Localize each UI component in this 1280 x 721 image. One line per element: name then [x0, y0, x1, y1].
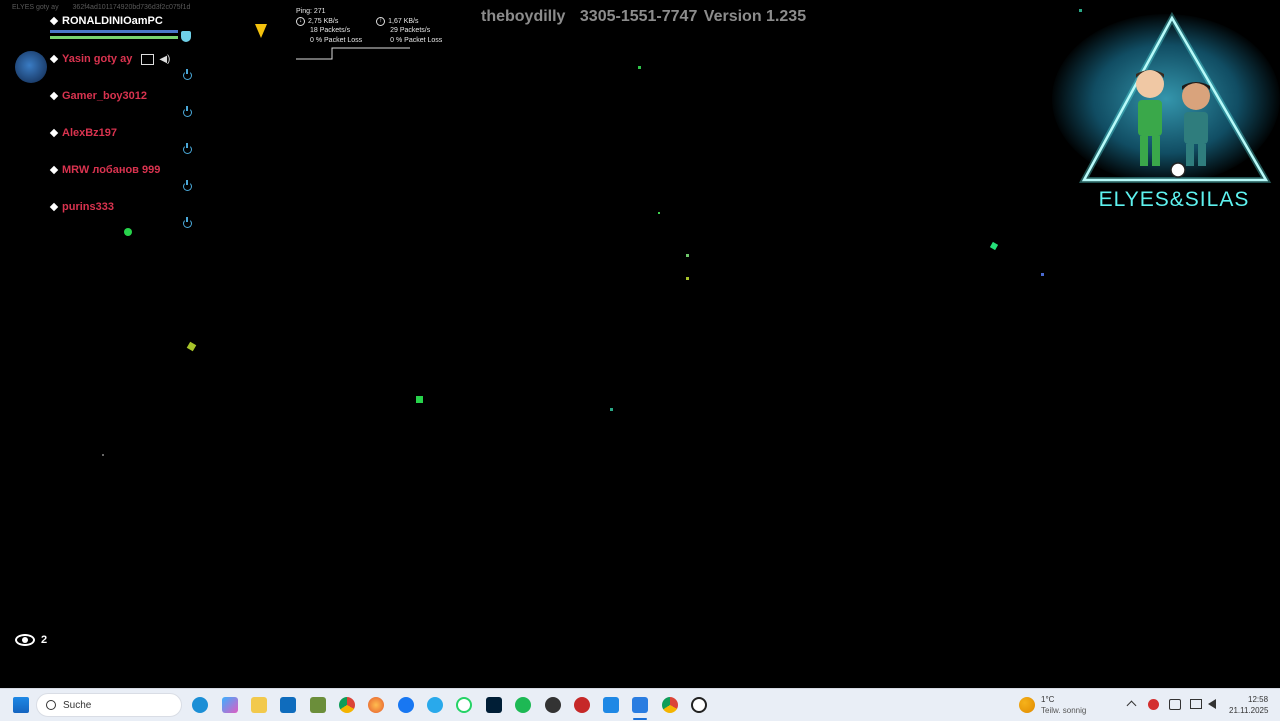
net-graph: [296, 47, 410, 60]
squad-leader: RONALDINIOamPC: [49, 15, 163, 27]
member-name: Yasin goty ay: [62, 53, 133, 65]
app-icon[interactable]: [545, 697, 561, 713]
shield-icon: [181, 31, 191, 42]
eye-icon: [15, 634, 35, 646]
card-icon: [141, 53, 155, 65]
health-bar: [50, 30, 178, 33]
power-icon[interactable]: [183, 143, 192, 154]
particle: [610, 408, 613, 411]
diamond-icon: [49, 54, 59, 64]
member-name: Gamer_boy3012: [62, 90, 147, 102]
particle: [1041, 273, 1044, 276]
down-packets: 18 Packets/s: [310, 27, 351, 34]
power-icon[interactable]: [183, 69, 192, 80]
display-icon[interactable]: [1190, 699, 1202, 709]
particle: [658, 212, 660, 214]
photoshop-icon[interactable]: [486, 697, 502, 713]
search-placeholder: Suche: [63, 700, 92, 711]
particle: [124, 228, 132, 236]
download-icon: ↓: [296, 16, 305, 26]
search-input[interactable]: Suche: [36, 693, 182, 717]
arrow-down-icon: [255, 24, 267, 38]
up-rate: 1,67 KB/s: [388, 17, 419, 25]
up-packets: 29 Packets/s: [390, 27, 431, 34]
down-rate: 2,75 KB/s: [308, 17, 339, 25]
folder-icon[interactable]: [251, 697, 267, 713]
outlook-icon[interactable]: [280, 697, 296, 713]
power-icon[interactable]: [183, 180, 192, 191]
diamond-icon: [49, 16, 59, 26]
member-name: MRW лобанов 999: [62, 164, 161, 176]
power-icon[interactable]: [183, 217, 192, 228]
particle: [686, 254, 689, 257]
diamond-icon: [49, 91, 59, 101]
speaker-icon: ◀): [159, 53, 171, 65]
windows-start-icon[interactable]: [13, 697, 29, 713]
particle: [638, 66, 641, 69]
particle: [416, 396, 423, 403]
particle: [102, 454, 104, 456]
down-loss: 0 % Packet Loss: [310, 36, 363, 44]
spectator-count: 2: [15, 634, 47, 646]
logo: [1052, 4, 1280, 188]
member-name: purins333: [62, 201, 114, 213]
avatar: [15, 51, 47, 83]
taskbar: Suche 1°C Teilw. sonnig 12:58 21.11.2025: [0, 688, 1280, 721]
fortnite-icon[interactable]: [632, 697, 648, 713]
power-icon[interactable]: [183, 106, 192, 117]
header-version: Version 1.235: [703, 8, 807, 25]
diamond-icon: [49, 128, 59, 138]
member-name: AlexBz197: [62, 127, 118, 139]
volume-icon[interactable]: [1208, 699, 1216, 709]
shield-bar: [50, 36, 178, 39]
header-user: theboydilly: [481, 8, 566, 25]
copilot-icon[interactable]: [222, 697, 238, 713]
squad-member: Gamer_boy3012: [49, 90, 147, 102]
facebook-icon[interactable]: [398, 697, 414, 713]
telegram-icon[interactable]: [427, 697, 443, 713]
session-id: 362f4ad101174920bd736d3f2c075f1d: [72, 4, 191, 11]
squad-member: MRW лобанов 999: [49, 164, 161, 176]
particle: [989, 241, 999, 251]
particle: [186, 341, 197, 352]
ping-text: Ping: 271: [296, 8, 326, 15]
chatgpt-icon[interactable]: [691, 697, 707, 713]
header-code: 3305-1551-7747: [579, 8, 698, 25]
spotify-icon[interactable]: [515, 697, 531, 713]
squad-member: Yasin goty ay ◀): [49, 53, 171, 65]
up-loss: 0 % Packet Loss: [390, 36, 443, 44]
record-icon[interactable]: [574, 697, 590, 713]
weather-desc: Teilw. sonnig: [1041, 706, 1087, 715]
diamond-icon: [49, 202, 59, 212]
session-info: ELYES goty ay 362f4ad101174920bd736d3f2c…: [12, 4, 202, 11]
chevron-up-icon[interactable]: [1126, 700, 1137, 711]
upload-icon: ↑: [376, 16, 386, 26]
network-stats: Ping: 271 ↓ 2,75 KB/s 18 Packets/s 0 % Pa…: [296, 7, 442, 45]
chrome-profile-icon[interactable]: [662, 697, 678, 713]
firefox-icon[interactable]: [368, 697, 384, 713]
monitor-icon[interactable]: [603, 697, 619, 713]
whatsapp-icon[interactable]: [456, 697, 472, 713]
logo-title: ELYES&SILAS: [1098, 188, 1250, 211]
session-name: ELYES goty ay: [12, 4, 59, 11]
leader-name: RONALDINIOamPC: [62, 15, 163, 27]
squad-member: purins333: [49, 201, 114, 213]
weather-temp: 1°C: [1041, 695, 1055, 704]
squad-member: AlexBz197: [49, 127, 118, 139]
network-icon[interactable]: [1169, 699, 1181, 710]
clock-date[interactable]: 21.11.2025: [1229, 706, 1268, 715]
chrome-icon[interactable]: [339, 697, 355, 713]
spectator-number: 2: [41, 634, 48, 646]
diamond-icon: [49, 165, 59, 175]
clock-time[interactable]: 12:58: [1248, 695, 1268, 704]
particle: [686, 277, 689, 280]
search-icon: [46, 700, 56, 710]
weather-icon[interactable]: [1019, 697, 1035, 713]
page-title: theboydilly 3305-1551-7747 Version 1.235: [481, 8, 806, 26]
minecraft-icon[interactable]: [310, 697, 326, 713]
edge-icon[interactable]: [192, 697, 208, 713]
antivirus-icon[interactable]: [1148, 699, 1159, 710]
